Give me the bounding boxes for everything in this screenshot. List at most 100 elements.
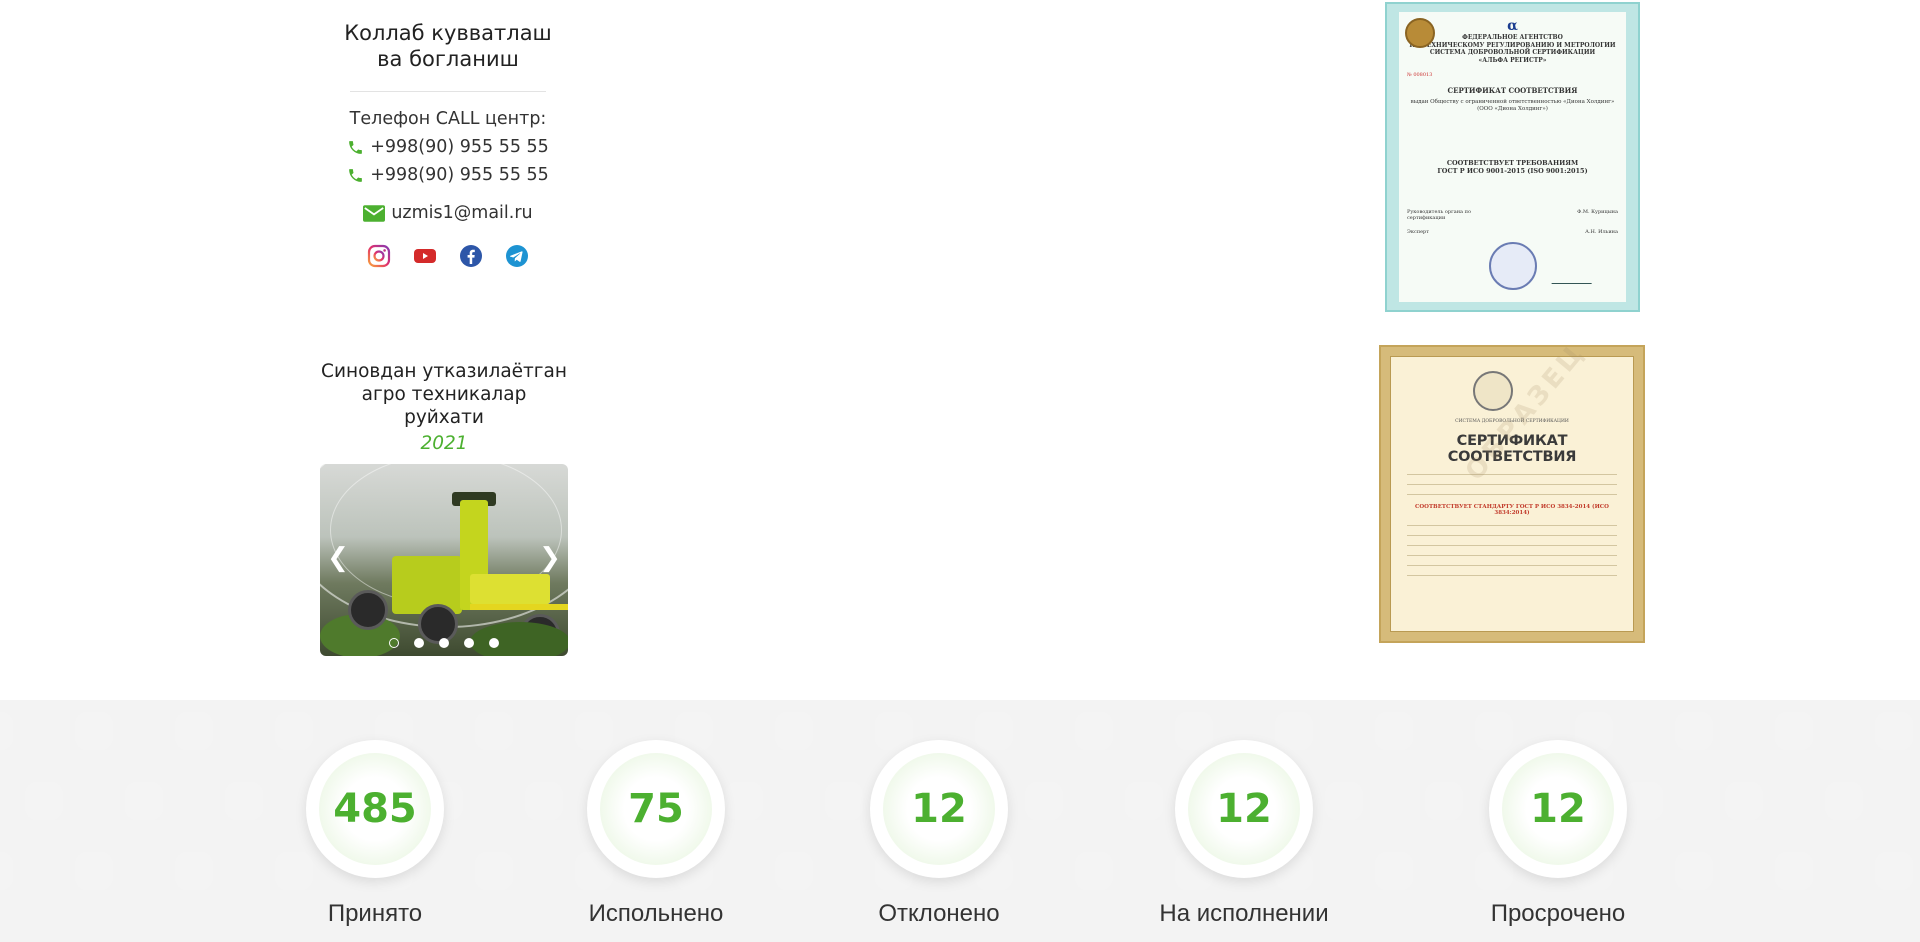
cert1-row2-right: А.Н. Ильина — [1585, 229, 1618, 235]
alpha-logo-icon: α — [1507, 18, 1518, 34]
bg-pattern-tile — [1075, 712, 1113, 750]
stat-label: Принято — [327, 900, 423, 927]
bg-pattern-tile — [25, 782, 63, 820]
bg-pattern-tile — [1775, 852, 1813, 890]
stat-value: 12 — [1530, 786, 1586, 832]
stat-overdue: 12 Просрочено — [1448, 740, 1668, 928]
bg-pattern-tile — [75, 852, 113, 890]
stat-label: Испольнено — [588, 900, 724, 927]
seal-icon — [1405, 18, 1435, 48]
stat-in-progress: 12 На исполнении — [1134, 740, 1354, 928]
stat-rejected: 12 Отклонено — [829, 740, 1049, 928]
bg-pattern-tile — [1375, 712, 1413, 750]
carousel-dot-3[interactable] — [439, 638, 449, 648]
phone-number-2: +998(90) 955 55 55 — [370, 165, 549, 185]
bg-pattern-tile — [1875, 712, 1913, 750]
cert1-row1-right: Ф.М. Курицына — [1577, 209, 1618, 215]
bg-pattern-tile — [1675, 852, 1713, 890]
contact-divider — [350, 91, 546, 92]
contact-title-line2: ва богланиш — [377, 47, 519, 71]
cert1-std1: СООТВЕТСТВУЕТ ТРЕБОВАНИЯМ — [1446, 159, 1579, 167]
stat-circle: 12 — [1489, 740, 1627, 878]
phone-link-2[interactable]: +998(90) 955 55 55 — [330, 161, 566, 189]
signature — [1551, 259, 1601, 284]
bg-pattern-tile — [225, 782, 263, 820]
contact-title: Коллаб кувватлаш ва богланиш — [330, 20, 566, 72]
stamp-icon — [1489, 242, 1537, 290]
chevron-left-icon[interactable]: ❮ — [324, 544, 352, 572]
chevron-right-icon[interactable]: ❯ — [536, 544, 564, 572]
stat-circle: 485 — [306, 740, 444, 878]
stat-label: Отклонено — [878, 900, 1000, 927]
stat-accepted: 485 Принято — [265, 740, 485, 928]
bg-pattern-tile — [1375, 852, 1413, 890]
phone-icon — [349, 168, 363, 182]
instagram-icon[interactable] — [366, 243, 392, 269]
cert1-row1-left: Руководитель органа по сертификации — [1407, 209, 1471, 221]
facebook-icon[interactable] — [458, 243, 484, 269]
bg-pattern-tile — [175, 712, 213, 750]
bg-pattern-tile — [775, 852, 813, 890]
stat-value: 12 — [1216, 786, 1272, 832]
carousel-dot-1[interactable] — [389, 638, 399, 648]
cert1-head1: ФЕДЕРАЛЬНОЕ АГЕНТСТВО — [1462, 34, 1563, 41]
bg-pattern-tile — [1825, 782, 1863, 820]
bg-pattern-tile — [175, 852, 213, 890]
emblem-icon — [1473, 371, 1513, 411]
phone-icon — [349, 140, 363, 154]
bg-pattern-tile — [125, 782, 163, 820]
cert1-title: СЕРТИФИКАТ СООТВЕТСТВИЯ — [1447, 86, 1578, 95]
stat-label: На исполнении — [1159, 900, 1329, 927]
certificate-image-2[interactable]: ОБРАЗЕЦ СИСТЕМА ДОБРОВОЛЬНОЙ СЕРТИФИКАЦИ… — [1379, 345, 1645, 643]
cert2-lines-2 — [1403, 525, 1621, 576]
cert1-head3: СИСТЕМА ДОБРОВОЛЬНОЙ СЕРТИФИКАЦИИ — [1429, 49, 1596, 56]
mail-icon — [363, 204, 386, 222]
cert1-row2-left: Эксперт — [1407, 229, 1430, 235]
certificate-image-1[interactable]: α ФЕДЕРАЛЬНОЕ АГЕНТСТВО ПО ТЕХНИЧЕСКОМУ … — [1385, 2, 1640, 312]
registry-title-line1: Синовдан утказилаётган — [321, 361, 567, 382]
cert2-red-text: СООТВЕТСТВУЕТ СТАНДАРТУ ГОСТ Р ИСО 3834-… — [1415, 504, 1609, 516]
phone-number-1: +998(90) 955 55 55 — [370, 137, 549, 157]
bg-pattern-tile — [775, 712, 813, 750]
carousel-dot-5[interactable] — [489, 638, 499, 648]
stat-value: 485 — [333, 786, 417, 832]
stat-label: Просрочено — [1490, 900, 1626, 927]
bg-pattern-tile — [1875, 852, 1913, 890]
cert2-lines — [1403, 474, 1621, 495]
registry-title[interactable]: Синовдан утказилаётган агро техникалар р… — [320, 360, 568, 429]
bg-pattern-tile — [1075, 852, 1113, 890]
stat-circle: 12 — [1175, 740, 1313, 878]
carousel-indicators — [320, 638, 568, 648]
cert1-issued: выдан Обществу с ограниченной ответствен… — [1410, 99, 1615, 112]
email-link[interactable]: uzmis1@mail.ru — [330, 203, 566, 223]
stat-executed: 75 Испольнено — [546, 740, 766, 928]
telegram-icon[interactable] — [504, 243, 530, 269]
email-address: uzmis1@mail.ru — [391, 203, 533, 223]
call-center-label: Телефон CALL центр: — [349, 109, 547, 129]
carousel-dot-4[interactable] — [464, 638, 474, 648]
bg-pattern-tile — [1675, 712, 1713, 750]
registry-year[interactable]: 2021 — [320, 431, 568, 457]
carousel-dot-2[interactable] — [414, 638, 424, 648]
contact-section: Коллаб кувватлаш ва богланиш Телефон CAL… — [330, 20, 566, 269]
contact-title-line1: Коллаб кувватлаш — [344, 21, 552, 45]
registry-section: Синовдан утказилаётган агро техникалар р… — [320, 360, 568, 656]
cert1-number: № 008013 — [1407, 72, 1433, 78]
bg-pattern-tile — [1725, 782, 1763, 820]
youtube-icon[interactable] — [412, 243, 438, 269]
registry-title-line2: агро техникалар руйхати — [361, 384, 527, 428]
bg-pattern-tile — [0, 712, 13, 750]
bg-pattern-tile — [0, 852, 13, 890]
social-links — [330, 243, 566, 269]
cert1-head4: «АЛЬФА РЕГИСТР» — [1478, 56, 1547, 64]
stat-circle: 75 — [587, 740, 725, 878]
stat-value: 12 — [911, 786, 967, 832]
stat-circle: 12 — [870, 740, 1008, 878]
cert1-std2: ГОСТ Р ИСО 9001-2015 (ISO 9001:2015) — [1437, 167, 1588, 175]
stat-value: 75 — [628, 786, 684, 832]
phone-link-1[interactable]: +998(90) 955 55 55 — [330, 133, 566, 161]
equipment-carousel[interactable]: ❮ ❯ — [320, 464, 568, 656]
bg-pattern-tile — [75, 712, 113, 750]
bg-pattern-tile — [1775, 712, 1813, 750]
cert1-head2: ПО ТЕХНИЧЕСКОМУ РЕГУЛИРОВАНИЮ И МЕТРОЛОГ… — [1409, 41, 1616, 49]
